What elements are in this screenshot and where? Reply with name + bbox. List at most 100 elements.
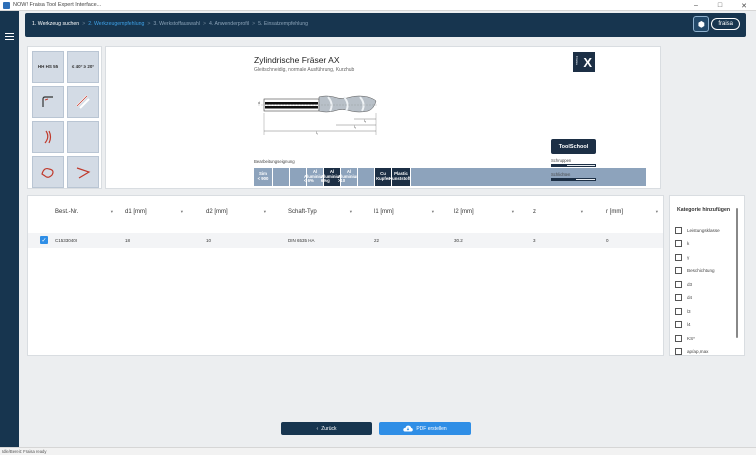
step-5[interactable]: 5. Einsatzempfehlung <box>258 21 308 27</box>
category-label: l4 <box>687 322 691 327</box>
cube-icon: ⬢ <box>693 16 710 32</box>
scrollbar-thumb[interactable] <box>736 208 738 338</box>
category-label: d4 <box>687 295 693 300</box>
svg-text:l₁: l₁ <box>316 131 319 135</box>
category-item[interactable]: ap/ap,max <box>675 348 708 355</box>
angle-tile[interactable]: ≤ 40° ≥ 20° <box>67 51 99 83</box>
category-checkbox[interactable] <box>675 335 682 342</box>
back-button[interactable]: ‹ Zurück <box>281 422 372 435</box>
toolschool-button[interactable]: ToolSchool <box>551 139 596 154</box>
sort-caret-icon[interactable]: ▾ <box>111 209 113 215</box>
column-header[interactable]: Schaft-Typ ▾ <box>288 209 352 215</box>
column-header[interactable]: l1 [mm] ▾ <box>374 209 434 215</box>
sort-caret-icon[interactable]: ▾ <box>581 209 583 215</box>
row-checkbox[interactable]: ✓ <box>40 236 48 244</box>
column-header[interactable]: r [mm] ▾ <box>606 209 658 215</box>
category-checkbox[interactable] <box>675 308 682 315</box>
category-title: Kategorie hinzufügen <box>677 207 731 213</box>
cell-d2: 10 <box>206 238 212 243</box>
material-cell <box>273 168 289 186</box>
sort-caret-icon[interactable]: ▾ <box>350 209 352 215</box>
material-name: Aluminium >10 <box>337 173 361 184</box>
svg-text:d: d <box>258 101 260 105</box>
category-item[interactable]: Beschichtung <box>675 267 715 274</box>
empty-tile[interactable] <box>67 121 99 153</box>
category-checkbox[interactable] <box>675 281 682 288</box>
product-badge: Fraisa X <box>573 52 595 72</box>
flute-tile[interactable] <box>32 121 64 153</box>
helix-tile[interactable] <box>67 86 99 118</box>
sort-caret-icon[interactable]: ▾ <box>512 209 514 215</box>
step-1[interactable]: 1. Werkzeug suchen <box>32 21 79 27</box>
app-logo-icon <box>3 1 10 9</box>
category-label: KS* <box>687 336 695 341</box>
material-cell: Sim < 900 <box>254 168 272 186</box>
sort-caret-icon[interactable]: ▾ <box>264 209 266 215</box>
column-header[interactable]: Best.-Nr. ▾ <box>55 209 113 215</box>
category-item[interactable]: l4 <box>675 321 691 328</box>
material-name: < 900 <box>257 176 269 181</box>
cell-l2: 30.2 <box>454 238 463 243</box>
category-item[interactable]: d4 <box>675 294 692 301</box>
ramp-tile[interactable] <box>67 156 99 188</box>
breadcrumb-separator: > <box>252 21 256 27</box>
category-item[interactable]: d3 <box>675 281 692 288</box>
sort-caret-icon[interactable]: ▾ <box>432 209 434 215</box>
category-item[interactable]: k <box>675 240 689 247</box>
category-checkbox[interactable] <box>675 267 682 274</box>
category-checkbox[interactable] <box>675 227 682 234</box>
category-checkbox[interactable] <box>675 321 682 328</box>
column-header[interactable]: d1 [mm] ▾ <box>125 209 183 215</box>
category-item[interactable]: l3 <box>675 308 691 315</box>
material-cell: Plastic Kunststoffe <box>389 168 413 186</box>
category-item[interactable]: Leistungsklasse <box>675 227 720 234</box>
material-cell <box>358 168 374 186</box>
column-header[interactable]: d2 [mm] ▾ <box>206 209 266 215</box>
create-pdf-button[interactable]: PDF erstellen <box>379 422 471 435</box>
column-header[interactable]: l2 [mm] ▾ <box>454 209 514 215</box>
minimize-button[interactable]: – <box>684 0 708 11</box>
sidebar <box>0 11 19 447</box>
status-text: Idle/Bereit: Fraisa ready <box>2 449 47 454</box>
category-item[interactable]: KS* <box>675 335 695 342</box>
category-label: Leistungsklasse <box>687 228 720 233</box>
breadcrumb-separator: > <box>202 21 206 27</box>
brand-name: fraisa <box>711 18 740 30</box>
cell-order-number: C1533040I <box>55 238 78 243</box>
breadcrumb: 1. Werkzeug suchen > 2. Werkzeugempfehlu… <box>32 21 308 27</box>
step-3[interactable]: 3. Werkstoffauswahl <box>153 21 200 27</box>
sort-caret-icon[interactable]: ▾ <box>181 209 183 215</box>
column-header[interactable]: z ▾ <box>533 209 583 215</box>
window-title: NOW! Fraisa Tool Expert Interface... <box>13 2 102 8</box>
close-button[interactable]: ✕ <box>732 0 756 11</box>
svg-text:l₂: l₂ <box>354 125 357 129</box>
table-row[interactable]: ✓ C1533040I 18 10 DIN 6535 HA 22 30.2 3 … <box>28 233 663 248</box>
step-2[interactable]: 2. Werkzeugempfehlung <box>88 21 144 27</box>
category-checkbox[interactable] <box>675 240 682 247</box>
window-titlebar: NOW! Fraisa Tool Expert Interface... <box>0 0 756 11</box>
product-card: Zylindrische Fräser AX Gleitschneidig, n… <box>105 46 661 189</box>
svg-text:l₃: l₃ <box>364 119 367 123</box>
category-label: d3 <box>687 282 693 287</box>
category-checkbox[interactable] <box>675 348 682 355</box>
category-checkbox[interactable] <box>675 294 682 301</box>
column-label: d1 [mm] <box>125 209 147 215</box>
material-cell-empty <box>411 168 646 186</box>
contour-tile[interactable] <box>32 156 64 188</box>
flute-icon <box>44 130 52 144</box>
step-4[interactable]: 4. Anwenderprofil <box>209 21 249 27</box>
category-item[interactable]: γ <box>675 254 689 261</box>
column-label: l1 [mm] <box>374 209 394 215</box>
category-checkbox[interactable] <box>675 254 682 261</box>
cell-d1: 18 <box>125 238 131 243</box>
badge-letter: X <box>583 54 592 70</box>
corner-radius-tile[interactable] <box>32 86 64 118</box>
suitability-label: Bearbeitungseignung <box>254 159 295 164</box>
sort-caret-icon[interactable]: ▾ <box>656 209 658 215</box>
column-label: r [mm] <box>606 209 623 215</box>
category-scrollbar[interactable] <box>736 200 739 355</box>
menu-icon[interactable] <box>5 33 14 40</box>
maximize-button[interactable]: □ <box>708 0 732 11</box>
finishing-label: Schlichten <box>551 172 571 177</box>
hardness-tile[interactable]: HH HS 55 <box>32 51 64 83</box>
